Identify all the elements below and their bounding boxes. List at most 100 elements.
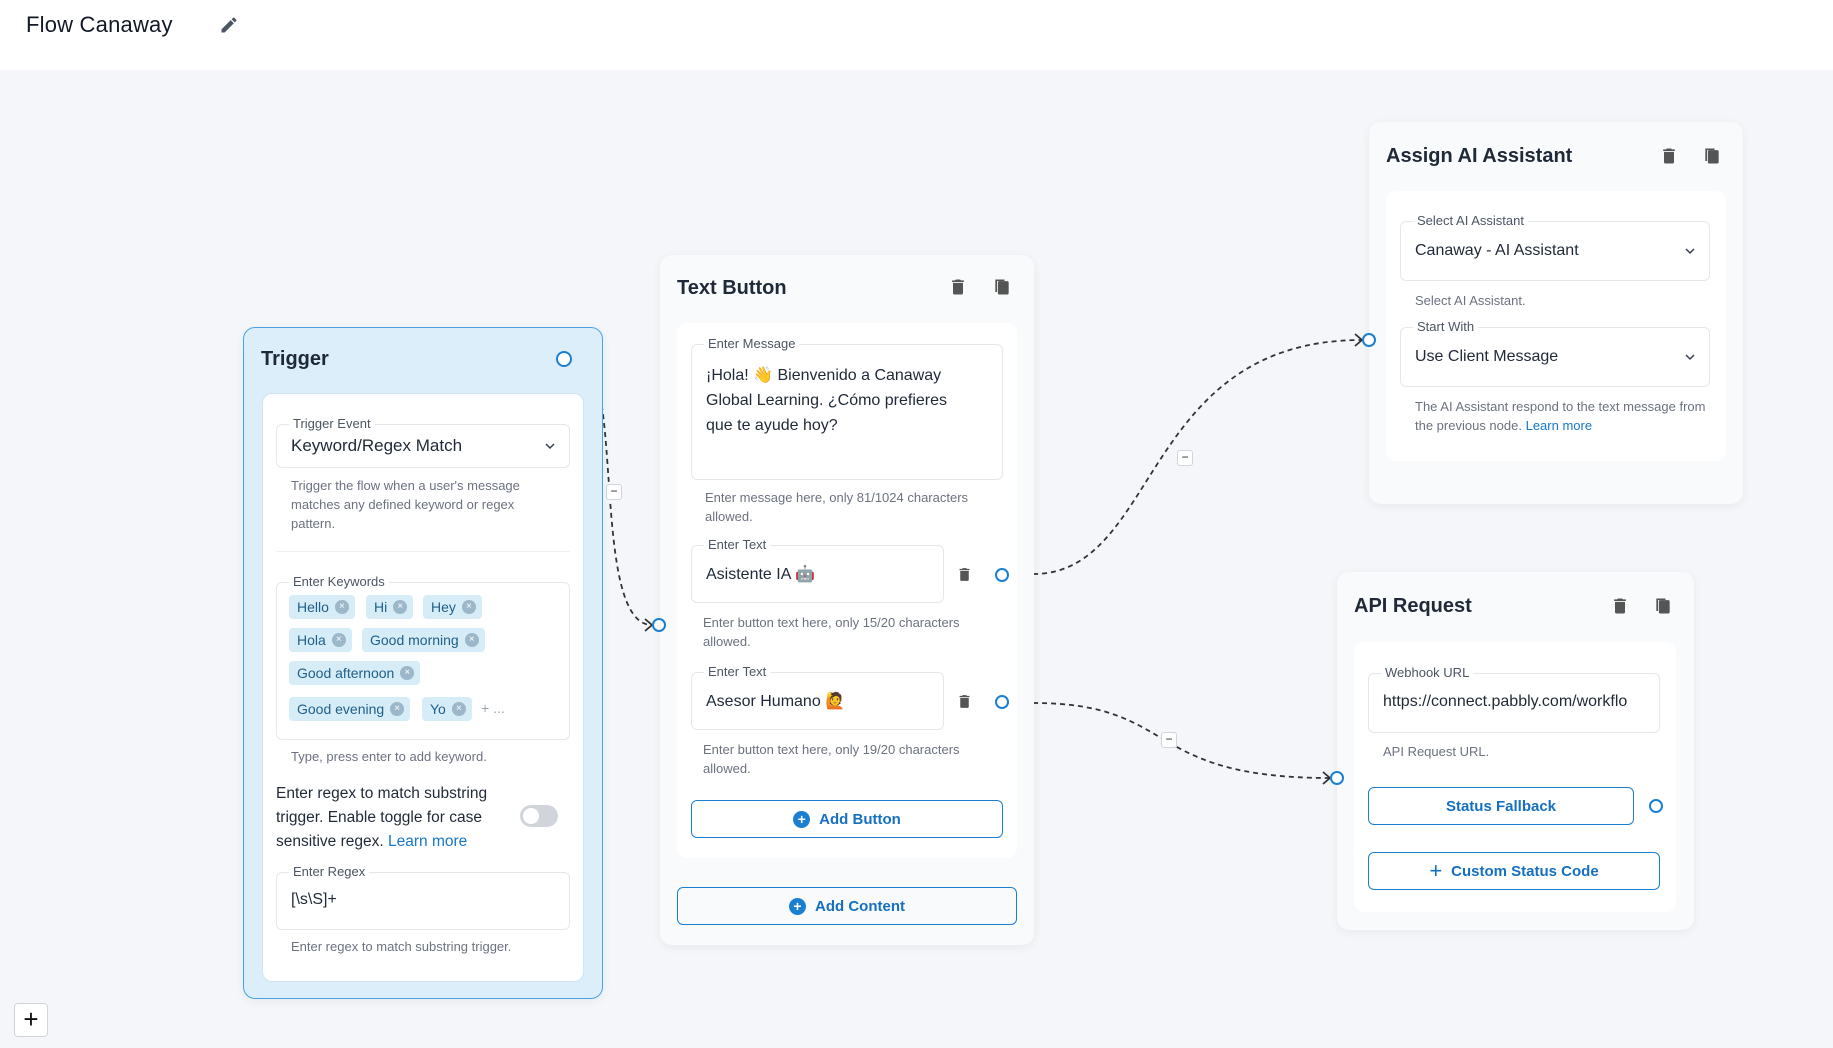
webhook-url-input[interactable]: Webhook URL https://connect.pabbly.com/w…	[1368, 665, 1660, 733]
keywords-help: Type, press enter to add keyword.	[291, 749, 487, 764]
message-value: ¡Hola! 👋 Bienvenido a Canaway Global Lea…	[706, 367, 948, 434]
text-button-input-handle[interactable]	[652, 618, 666, 632]
edit-title-icon[interactable]	[216, 12, 242, 38]
keyword-chip[interactable]: Good evening ×	[289, 697, 411, 721]
text-button-body: Enter Message ¡Hola! 👋 Bienvenido a Cana…	[677, 323, 1017, 858]
top-bar: Flow Canaway	[0, 0, 1833, 70]
copy-icon	[1705, 148, 1719, 164]
status-fallback-output-handle[interactable]	[1649, 799, 1663, 813]
keyword-chip[interactable]: Good afternoon ×	[289, 661, 421, 685]
trigger-event-select[interactable]: Trigger Event Keyword/Regex Match	[276, 416, 570, 468]
trash-icon	[959, 567, 969, 581]
button-text-label: Enter Text	[704, 537, 771, 552]
message-textarea[interactable]: Enter Message ¡Hola! 👋 Bienvenido a Cana…	[691, 336, 1003, 480]
arrow-trigger-to-textbutton	[644, 618, 654, 632]
delete-node-button[interactable]	[1607, 593, 1633, 619]
trigger-node-title: Trigger	[261, 348, 329, 370]
webhook-url-help: API Request URL.	[1383, 744, 1490, 759]
ai-assistant-select[interactable]: Select AI Assistant Canaway - AI Assista…	[1400, 213, 1710, 281]
trash-icon	[1614, 598, 1626, 614]
keywords-label: Enter Keywords	[289, 574, 389, 589]
edge-remove-button[interactable]: −	[606, 484, 622, 500]
keyword-chip[interactable]: Hey ×	[423, 595, 482, 619]
message-help: Enter message here, only 81/1024 charact…	[705, 490, 969, 524]
button-output-handle[interactable]	[995, 695, 1009, 709]
duplicate-node-button[interactable]	[1699, 143, 1725, 169]
start-with-select[interactable]: Start With Use Client Message	[1400, 319, 1710, 387]
trigger-output-handle[interactable]	[556, 351, 572, 367]
case-sensitive-toggle[interactable]	[520, 805, 558, 827]
copy-icon	[1656, 598, 1670, 614]
keywords-more: + ...	[481, 700, 505, 716]
delete-button-button[interactable]	[951, 688, 977, 714]
text-button-node[interactable]: Text Button Enter Message ¡Hola! 👋 Bienv…	[660, 255, 1034, 945]
button-text-value: Asistente IA 🤖	[706, 566, 815, 583]
trash-icon	[959, 694, 969, 708]
assign-ai-node[interactable]: Assign AI Assistant Select AI Assistant …	[1369, 122, 1743, 504]
edge-remove-button[interactable]: −	[1161, 732, 1177, 748]
keyword-chip[interactable]: Hello ×	[289, 595, 355, 619]
ai-assistant-label: Select AI Assistant	[1413, 213, 1528, 228]
trigger-event-value: Keyword/Regex Match	[291, 436, 463, 455]
edge-textbutton-to-api	[1032, 702, 1331, 779]
keyword-chip[interactable]: Hola ×	[289, 628, 352, 652]
zoom-in-button[interactable]: +	[14, 1003, 48, 1037]
trigger-node-body: Trigger Event Keyword/Regex Match Trigge…	[262, 393, 584, 982]
api-request-node[interactable]: API Request Webhook URL https://connect.…	[1337, 572, 1694, 930]
remove-chip-icon: ×	[461, 600, 476, 614]
ai-assistant-help: Select AI Assistant.	[1415, 293, 1526, 308]
keyword-chip[interactable]: Good morning ×	[362, 628, 485, 652]
trigger-node[interactable]: Trigger Trigger Event Keyword/Regex Matc…	[243, 327, 603, 999]
text-button-node-title: Text Button	[677, 277, 787, 299]
learn-more-link[interactable]: Learn more	[388, 833, 467, 850]
delete-button-button[interactable]	[951, 561, 977, 587]
start-with-value: Use Client Message	[1415, 348, 1559, 365]
button-output-handle[interactable]	[995, 568, 1009, 582]
start-with-help: The AI Assistant respond to the text mes…	[1415, 399, 1706, 433]
webhook-url-label: Webhook URL	[1381, 665, 1474, 680]
message-label: Enter Message	[704, 336, 800, 351]
trigger-event-help: Trigger the flow when a user's message m…	[291, 478, 520, 531]
trash-icon	[1663, 148, 1675, 164]
keyword-chip[interactable]: Yo ×	[422, 697, 472, 721]
regex-label: Enter Regex	[289, 864, 370, 879]
chevron-down-icon	[1685, 354, 1695, 361]
duplicate-node-button[interactable]	[1650, 593, 1676, 619]
button-text-input[interactable]: Enter Text Asistente IA 🤖	[691, 537, 944, 603]
add-button-button[interactable]: + Add Button	[691, 800, 1003, 838]
flow-title: Flow Canaway	[26, 12, 173, 37]
start-with-label: Start With	[1413, 319, 1479, 334]
regex-input[interactable]: Enter Regex [\s\S]+	[276, 864, 570, 930]
plus-icon: +	[1429, 858, 1443, 883]
keyword-chip[interactable]: Hi ×	[366, 595, 414, 619]
divider	[276, 551, 570, 552]
webhook-url-value: https://connect.pabbly.com/workflo	[1383, 693, 1628, 710]
assign-ai-node-title: Assign AI Assistant	[1386, 145, 1573, 167]
remove-chip-icon: ×	[451, 702, 466, 716]
button-text-input[interactable]: Enter Text Asesor Humano 🙋	[691, 664, 944, 730]
button-text-value: Asesor Humano 🙋	[706, 693, 846, 710]
remove-chip-icon: ×	[400, 666, 415, 680]
remove-chip-icon: ×	[390, 702, 405, 716]
learn-more-link[interactable]: Learn more	[1526, 418, 1592, 433]
api-request-body: Webhook URL https://connect.pabbly.com/w…	[1354, 642, 1676, 912]
remove-chip-icon: ×	[393, 600, 408, 614]
delete-node-button[interactable]	[1656, 143, 1682, 169]
status-fallback-button[interactable]: Status Fallback	[1368, 787, 1634, 825]
plus-circle-icon: +	[789, 897, 806, 915]
assign-ai-input-handle[interactable]	[1362, 333, 1376, 347]
duplicate-node-button[interactable]	[989, 274, 1015, 300]
custom-status-code-button[interactable]: + Custom Status Code	[1368, 852, 1660, 890]
plus-circle-icon: +	[793, 810, 811, 828]
api-request-input-handle[interactable]	[1330, 771, 1344, 785]
keywords-input[interactable]: Enter Keywords Hello × Hi × Hey × Hola × Goo…	[276, 574, 570, 740]
trigger-event-label: Trigger Event	[289, 416, 375, 431]
regex-toggle-description: Enter regex to match substring trigger. …	[276, 785, 488, 850]
edge-remove-button[interactable]: −	[1177, 450, 1193, 466]
add-content-button[interactable]: + Add Content	[677, 887, 1017, 925]
toggle-knob	[523, 808, 539, 824]
button-text-help: Enter button text here, only 19/20 chara…	[703, 742, 960, 776]
delete-node-button[interactable]	[945, 274, 971, 300]
remove-chip-icon: ×	[331, 633, 346, 647]
edge-textbutton-to-assignai	[1032, 339, 1363, 575]
